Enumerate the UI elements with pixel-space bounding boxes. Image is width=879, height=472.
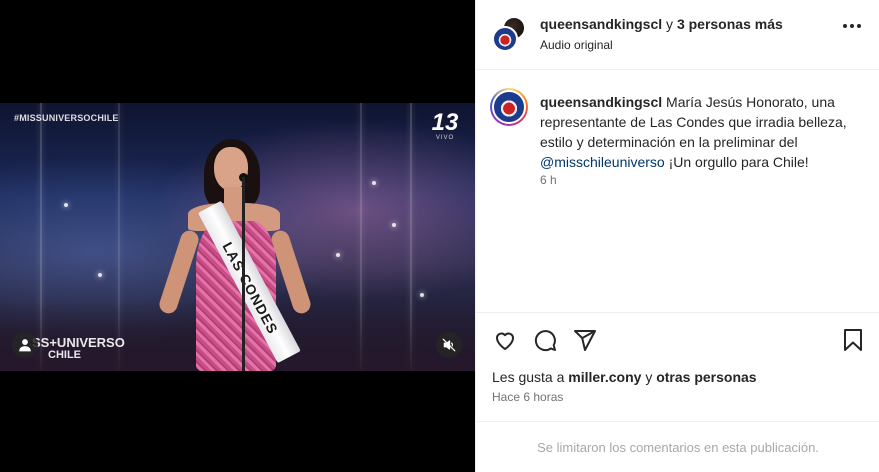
person-icon xyxy=(19,339,31,352)
channel-logo: 13 VIVO xyxy=(430,109,460,142)
other-likers-link[interactable]: otras personas xyxy=(656,369,756,385)
header-authors: queensandkingscl y 3 personas más xyxy=(540,16,783,32)
channel-number: 13 xyxy=(431,109,459,136)
caption-text: queensandkingscl María Jesús Honorato, u… xyxy=(540,92,860,172)
likes-prefix: Les gusta a xyxy=(492,369,569,385)
more-options-button[interactable] xyxy=(843,24,861,28)
likes-summary: Les gusta a miller.cony y otras personas xyxy=(492,369,757,385)
liker-username-link[interactable]: miller.cony xyxy=(568,369,641,385)
post-side-panel: queensandkingscl y 3 personas más Audio … xyxy=(475,0,879,472)
heart-icon xyxy=(496,332,514,350)
caption-avatar[interactable] xyxy=(490,88,528,126)
caption-body-2: ¡Un orgullo para Chile! xyxy=(664,154,809,170)
collaborators-link[interactable]: 3 personas más xyxy=(677,16,783,32)
collab-avatars[interactable] xyxy=(492,16,530,54)
comments-limited-notice: Se limitaron los comentarios en esta pub… xyxy=(476,421,879,472)
avatar xyxy=(492,26,518,52)
more-dots-icon xyxy=(843,24,847,28)
hashtag-overlay: #MISSUNIVERSOCHILE xyxy=(14,113,119,123)
speaker-muted-icon xyxy=(442,338,456,352)
media-pane: LAS CONDES #MISSUNIVERSOCHILE 13 VIVO SS… xyxy=(0,0,475,472)
comment-icon xyxy=(534,330,556,352)
caption-username-link[interactable]: queensandkingscl xyxy=(540,94,662,110)
author-username-link[interactable]: queensandkingscl xyxy=(540,16,662,32)
event-logo-line2: CHILE xyxy=(48,349,81,361)
share-button[interactable] xyxy=(572,327,598,353)
likes-middle: y xyxy=(641,369,657,385)
event-logo-line1: SS+UNIVERSO xyxy=(32,335,125,350)
event-logo: SS+UNIVERSO CHILE xyxy=(32,335,125,361)
send-icon xyxy=(574,330,596,351)
post-date[interactable]: Hace 6 horas xyxy=(492,390,563,404)
caption: queensandkingscl María Jesús Honorato, u… xyxy=(476,70,879,312)
comment-button[interactable] xyxy=(532,327,558,353)
like-button[interactable] xyxy=(492,327,518,353)
post-dialog: LAS CONDES #MISSUNIVERSOCHILE 13 VIVO SS… xyxy=(0,0,879,472)
audio-link[interactable]: Audio original xyxy=(540,38,613,52)
tagged-users-button[interactable] xyxy=(12,332,38,358)
save-button[interactable] xyxy=(840,327,866,353)
bookmark-icon xyxy=(844,329,862,351)
video-player[interactable]: LAS CONDES #MISSUNIVERSOCHILE 13 VIVO SS… xyxy=(0,103,475,371)
action-bar xyxy=(476,312,879,368)
contestant-figure: LAS CONDES xyxy=(152,133,332,371)
post-header: queensandkingscl y 3 personas más Audio … xyxy=(476,0,879,70)
header-connector: y xyxy=(662,16,677,32)
mute-button[interactable] xyxy=(436,332,462,358)
mention-link[interactable]: @misschileuniverso xyxy=(540,154,665,170)
caption-timestamp[interactable]: 6 h xyxy=(540,173,557,187)
microphone-stand xyxy=(242,177,245,371)
